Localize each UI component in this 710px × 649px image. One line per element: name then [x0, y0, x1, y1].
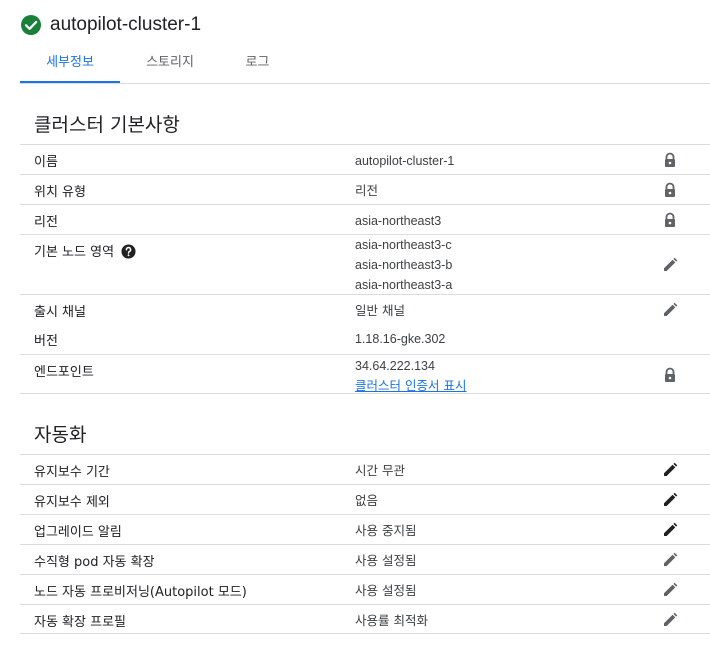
page-title: autopilot-cluster-1 — [50, 14, 202, 35]
row-autoscaling-profile: 자동 확장 프로필 사용률 최적화 — [20, 604, 710, 634]
edit-icon[interactable] — [662, 257, 678, 273]
row-name: 이름 autopilot-cluster-1 — [20, 144, 710, 174]
edit-icon[interactable] — [662, 522, 678, 538]
edit-icon[interactable] — [662, 492, 678, 508]
location-type-label: 위치 유형 — [34, 185, 86, 200]
zone-item: asia-northeast3-c — [355, 238, 452, 252]
location-type-value: 리전 — [355, 183, 379, 198]
region-value: asia-northeast3 — [355, 214, 442, 228]
lock-icon — [665, 212, 675, 227]
row-region: 리전 asia-northeast3 — [20, 204, 710, 234]
maint-excl-value: 없음 — [355, 493, 379, 508]
version-value: 1.18.16-gke.302 — [355, 332, 446, 346]
row-version: 버전 1.18.16-gke.302 — [20, 324, 710, 354]
channel-value: 일반 채널 — [355, 303, 405, 318]
zone-item: asia-northeast3-b — [355, 258, 453, 272]
profile-value: 사용률 최적화 — [355, 613, 428, 628]
status-check-icon — [21, 15, 41, 35]
nap-label: 노드 자동 프로비저닝(Autopilot 모드) — [34, 585, 247, 600]
lock-icon — [665, 152, 675, 167]
divider — [20, 393, 710, 394]
tab-storage[interactable]: 스토리지 — [130, 50, 210, 81]
row-maintenance-window: 유지보수 기간 시간 무관 — [20, 454, 710, 484]
row-endpoint: 엔드포인트 34.64.222.134 클러스터 인증서 표시 — [20, 354, 710, 394]
section-title-basics: 클러스터 기본사항 — [34, 114, 180, 136]
profile-label: 자동 확장 프로필 — [34, 615, 126, 630]
section-title-automation: 자동화 — [34, 424, 87, 446]
endpoint-value: 34.64.222.134 — [355, 359, 435, 373]
edit-icon[interactable] — [662, 612, 678, 628]
cluster-header: autopilot-cluster-1 — [20, 10, 201, 40]
upgrade-notif-value: 사용 중지됨 — [355, 523, 417, 538]
basics-table: 이름 autopilot-cluster-1 위치 유형 리전 리전 asia-… — [20, 144, 710, 394]
help-icon[interactable] — [121, 244, 136, 259]
upgrade-notif-label: 업그레이드 알림 — [34, 525, 122, 540]
endpoint-label: 엔드포인트 — [34, 365, 94, 380]
zones-label-text: 기본 노드 영역 — [34, 245, 115, 260]
zones-list: asia-northeast3-c asia-northeast3-b asia… — [355, 235, 452, 295]
name-label: 이름 — [34, 155, 58, 170]
tab-details[interactable]: 세부정보 — [20, 50, 120, 83]
lock-icon — [665, 367, 675, 382]
edit-icon[interactable] — [662, 462, 678, 478]
row-node-auto-provisioning: 노드 자동 프로비저닝(Autopilot 모드) 사용 설정됨 — [20, 574, 710, 604]
row-vertical-pod-autoscaling: 수직형 pod 자동 확장 사용 설정됨 — [20, 544, 710, 574]
row-maintenance-exclusions: 유지보수 제외 없음 — [20, 484, 710, 514]
vpa-label: 수직형 pod 자동 확장 — [34, 555, 155, 570]
maint-excl-label: 유지보수 제외 — [34, 495, 110, 510]
version-label: 버전 — [34, 334, 58, 349]
divider — [20, 633, 710, 634]
row-upgrade-notifications: 업그레이드 알림 사용 중지됨 — [20, 514, 710, 544]
channel-label: 출시 채널 — [34, 305, 86, 320]
lock-icon — [665, 182, 675, 197]
zone-item: asia-northeast3-a — [355, 278, 453, 292]
maint-window-value: 시간 무관 — [355, 463, 405, 478]
row-default-node-zones: 기본 노드 영역 asia-northeast3-c asia-northeas… — [20, 234, 710, 294]
region-label: 리전 — [34, 215, 58, 230]
row-release-channel: 출시 채널 일반 채널 — [20, 294, 710, 324]
zones-label: 기본 노드 영역 — [34, 241, 136, 260]
edit-icon[interactable] — [662, 582, 678, 598]
maint-window-label: 유지보수 기간 — [34, 465, 110, 480]
endpoint-values: 34.64.222.134 클러스터 인증서 표시 — [355, 356, 466, 396]
show-cert-link[interactable]: 클러스터 인증서 표시 — [355, 378, 466, 393]
tab-bar: 세부정보 스토리지 로그 — [20, 50, 710, 84]
vpa-value: 사용 설정됨 — [355, 553, 417, 568]
tab-logs[interactable]: 로그 — [230, 50, 285, 81]
name-value: autopilot-cluster-1 — [355, 154, 455, 168]
nap-value: 사용 설정됨 — [355, 583, 417, 598]
automation-table: 유지보수 기간 시간 무관 유지보수 제외 없음 업그레이드 알림 사용 중지됨… — [20, 454, 710, 634]
row-location-type: 위치 유형 리전 — [20, 174, 710, 204]
edit-icon[interactable] — [662, 302, 678, 318]
edit-icon[interactable] — [662, 552, 678, 568]
